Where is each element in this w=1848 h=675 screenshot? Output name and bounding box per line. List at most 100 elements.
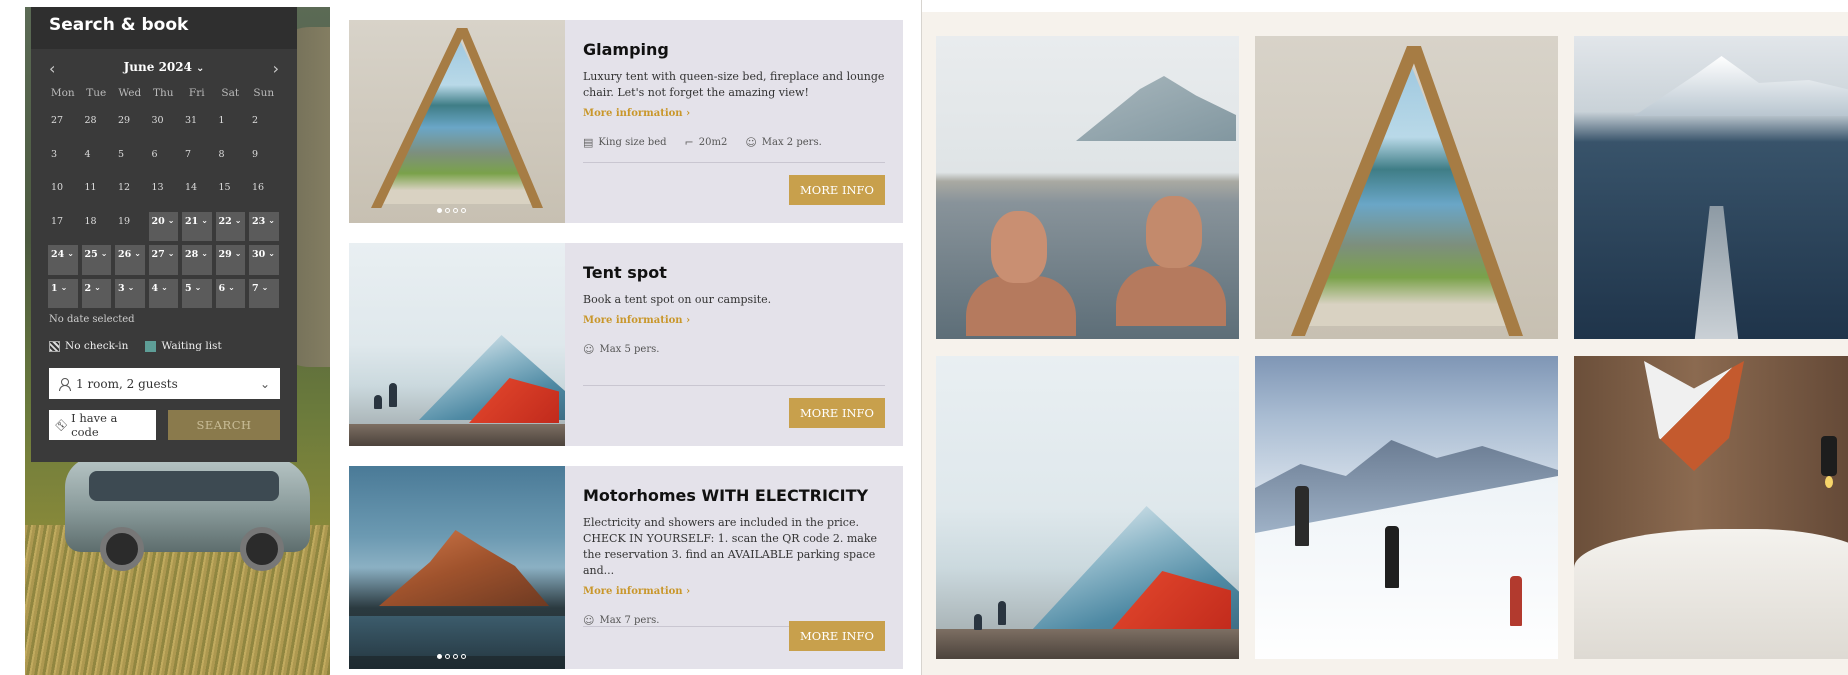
carousel-dot[interactable]	[445, 208, 450, 213]
feature-label: Max 5 pers.	[599, 344, 660, 355]
carousel-dot[interactable]	[461, 208, 466, 213]
more-information-link[interactable]: More information ›	[583, 586, 690, 597]
photo-person	[998, 601, 1006, 625]
more-information-link[interactable]: More information ›	[583, 108, 690, 119]
photo-skier	[1295, 486, 1309, 546]
accommodation-card: Motorhomes WITH ELECTRICITY Electricity a…	[349, 466, 903, 669]
more-info-button[interactable]: MORE INFO	[789, 621, 885, 651]
gallery-photo-ski-touring[interactable]	[1255, 356, 1558, 659]
calendar-day[interactable]: 1 ⌄	[48, 278, 78, 308]
hero-van-wheel	[100, 527, 144, 571]
month-label: June 2024	[123, 60, 192, 74]
calendar-day: 19	[113, 210, 147, 244]
calendar-day-number: 3	[51, 148, 58, 160]
photo-pier	[1694, 206, 1739, 339]
calendar-day[interactable]: 23 ⌄	[249, 211, 279, 241]
card-divider	[583, 385, 885, 386]
calendar-day-number: 30	[252, 249, 266, 260]
card-body: Tent spot Book a tent spot on our campsit…	[583, 263, 885, 356]
feature-label: King size bed	[598, 137, 667, 148]
gallery-photo-hot-tub[interactable]	[936, 36, 1239, 339]
photo-lamp	[1821, 436, 1837, 488]
card-image[interactable]	[349, 466, 565, 669]
more-information-label: More information	[583, 108, 683, 119]
waiting-list-swatch	[145, 340, 157, 352]
action-row: ⚿ I have a code SEARCH	[49, 410, 297, 440]
calendar-day[interactable]: 30 ⌄	[249, 245, 279, 275]
card-image[interactable]	[349, 243, 565, 446]
gallery-photo-glamping-tent[interactable]	[1255, 36, 1558, 339]
calendar-day[interactable]: 21 ⌄	[182, 211, 212, 241]
month-selector[interactable]: June 2024 ⌄	[31, 60, 297, 74]
weekday-label: Thu	[152, 87, 174, 99]
carousel-dots[interactable]	[437, 208, 466, 213]
carousel-dot[interactable]	[445, 654, 450, 659]
chevron-down-icon: ⌄	[167, 249, 175, 258]
weekday-label: Sat	[221, 87, 240, 99]
rooms-guests-value: 1 room, 2 guests	[76, 376, 178, 391]
card-description: Luxury tent with queen-size bed, firepla…	[583, 70, 885, 99]
more-info-button[interactable]: MORE INFO	[789, 175, 885, 205]
calendar-day[interactable]: 25 ⌄	[81, 245, 111, 275]
calendar-day[interactable]: 5 ⌄	[182, 278, 212, 308]
calendar-day-number: 27	[51, 115, 64, 126]
card-image[interactable]	[349, 20, 565, 223]
photo-bed	[1574, 529, 1848, 659]
calendar-day[interactable]: 7 ⌄	[249, 278, 279, 308]
calendar-day-number: 24	[51, 249, 65, 260]
calendar-day[interactable]: 4 ⌄	[148, 278, 178, 308]
calendar-day-number: 17	[51, 215, 64, 227]
more-information-link[interactable]: More information ›	[583, 315, 690, 326]
chevron-down-icon: ⌄	[127, 282, 135, 292]
photo-skier	[1510, 576, 1522, 626]
more-info-button[interactable]: MORE INFO	[789, 398, 885, 428]
photo-person-head	[991, 211, 1047, 283]
calendar-day-number: 8	[218, 148, 225, 160]
carousel-dot[interactable]	[437, 654, 442, 659]
calendar-day-number: 1	[218, 115, 225, 126]
carousel-dot[interactable]	[453, 654, 458, 659]
gallery-photo-tent-spot[interactable]	[936, 356, 1239, 659]
calendar-day: 12	[113, 176, 147, 210]
calendar-day-number: 6	[151, 148, 158, 160]
legend-no-checkin: No check-in	[65, 340, 129, 352]
photo-gallery	[922, 12, 1848, 675]
weekday-label: Fri	[188, 87, 205, 99]
search-button[interactable]: SEARCH	[168, 410, 280, 440]
calendar-day: 15	[214, 176, 248, 210]
calendar-day[interactable]: 22 ⌄	[215, 211, 245, 241]
calendar-day[interactable]: 28 ⌄	[182, 245, 212, 275]
carousel-dot[interactable]	[453, 208, 458, 213]
calendar-day[interactable]: 2 ⌄	[81, 278, 111, 308]
calendar-day[interactable]: 6 ⌄	[215, 278, 245, 308]
gallery-photo-fjord[interactable]	[1574, 36, 1848, 339]
calendar-day[interactable]: 27 ⌄	[148, 245, 178, 275]
calendar-day-number: 2	[252, 115, 259, 126]
rooms-guests-select[interactable]: 1 room, 2 guests ⌄	[49, 368, 280, 399]
photo-ground	[349, 424, 565, 446]
calendar-day-number: 29	[218, 249, 232, 260]
chevron-right-icon[interactable]: ›	[273, 59, 279, 78]
promo-code-button[interactable]: ⚿ I have a code	[49, 410, 156, 440]
carousel-dot[interactable]	[461, 654, 466, 659]
calendar-day-number: 10	[51, 182, 64, 193]
calendar-day[interactable]: 26 ⌄	[115, 245, 145, 275]
gallery-photo-cabin-bed[interactable]	[1574, 356, 1848, 659]
feature-list: ☺ Max 5 pers.	[583, 343, 885, 356]
carousel-dot[interactable]	[437, 208, 442, 213]
feature-label: Max 2 pers.	[761, 137, 822, 148]
accommodation-card: Tent spot Book a tent spot on our campsit…	[349, 243, 903, 446]
chevron-down-icon: ⌄	[194, 282, 202, 292]
weekday-label: Sun	[253, 87, 275, 99]
booking-widget: Search & book ‹ June 2024 ⌄ › Mon Tue Wed Th…	[31, 7, 297, 462]
calendar-day[interactable]: 3 ⌄	[115, 278, 145, 308]
chevron-down-icon: ⌄	[100, 249, 108, 258]
carousel-dots[interactable]	[437, 654, 466, 659]
calendar-day: 1	[214, 109, 248, 143]
no-checkin-swatch	[49, 340, 60, 352]
calendar-day[interactable]: 29 ⌄	[215, 245, 245, 275]
calendar-day: 2	[247, 109, 281, 143]
calendar-day[interactable]: 24 ⌄	[48, 245, 78, 275]
hero-van-wheel	[240, 527, 284, 571]
calendar-day[interactable]: 20 ⌄	[148, 211, 178, 241]
